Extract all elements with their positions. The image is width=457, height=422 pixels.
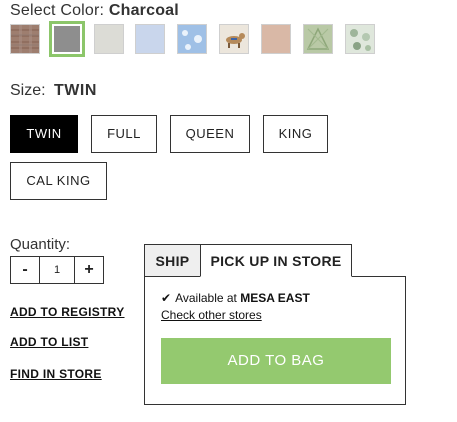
color-swatch-list	[10, 21, 450, 58]
find-in-store-link[interactable]: FIND IN STORE	[10, 367, 102, 381]
leaf-pattern-icon	[306, 27, 330, 50]
tab-pick-up-in-store[interactable]: PICK UP IN STORE	[200, 244, 352, 277]
swatch-plaid[interactable]	[10, 24, 40, 54]
select-color-label: Select Color: Charcoal	[10, 2, 179, 20]
add-to-registry-link[interactable]: ADD TO REGISTRY	[10, 305, 125, 319]
quantity-decrement-button[interactable]: -	[11, 257, 39, 283]
size-label: Size: TWIN	[10, 82, 97, 100]
availability-status: ✔ Available at MESA EAST	[161, 291, 310, 305]
checkmark-icon: ✔	[161, 291, 172, 305]
quantity-label: Quantity:	[10, 236, 71, 253]
swatch-dog-print[interactable]	[219, 24, 249, 54]
size-option-twin[interactable]: TWIN	[10, 115, 78, 153]
store-name: MESA EAST	[240, 291, 310, 305]
swatch-sage-print[interactable]	[303, 24, 333, 54]
add-to-bag-button[interactable]: ADD TO BAG	[161, 338, 391, 384]
quantity-increment-button[interactable]: +	[75, 257, 103, 283]
swatch-charcoal[interactable]	[49, 21, 85, 57]
size-option-queen[interactable]: QUEEN	[170, 115, 250, 153]
quantity-input[interactable]: 1	[39, 257, 75, 283]
size-label-prefix: Size:	[10, 82, 46, 99]
size-option-cal-king[interactable]: CAL KING	[10, 162, 107, 200]
size-option-king[interactable]: KING	[263, 115, 328, 153]
selected-size-name: TWIN	[54, 82, 97, 99]
cloud-pattern-icon	[182, 30, 202, 50]
selected-color-name: Charcoal	[108, 2, 179, 19]
available-at-text: Available at	[175, 291, 237, 305]
tab-ship[interactable]: SHIP	[144, 244, 200, 277]
size-option-full[interactable]: FULL	[91, 115, 157, 153]
dog-pattern-icon	[226, 33, 245, 48]
swatch-light-blue[interactable]	[135, 24, 165, 54]
pickup-panel: ✔ Available at MESA EAST Check other stor…	[144, 276, 406, 405]
quantity-stepper: - 1 +	[10, 256, 104, 284]
check-other-stores-link[interactable]: Check other stores	[161, 308, 262, 322]
swatch-sky-print[interactable]	[177, 24, 207, 54]
swatch-floral-print[interactable]	[345, 24, 375, 54]
swatch-light-gray[interactable]	[94, 24, 124, 54]
floral-pattern-icon	[350, 29, 371, 51]
swatch-blush[interactable]	[261, 24, 291, 54]
add-to-list-link[interactable]: ADD TO LIST	[10, 335, 88, 349]
select-color-prefix: Select Color:	[10, 2, 105, 19]
plaid-pattern-icon	[11, 25, 39, 53]
